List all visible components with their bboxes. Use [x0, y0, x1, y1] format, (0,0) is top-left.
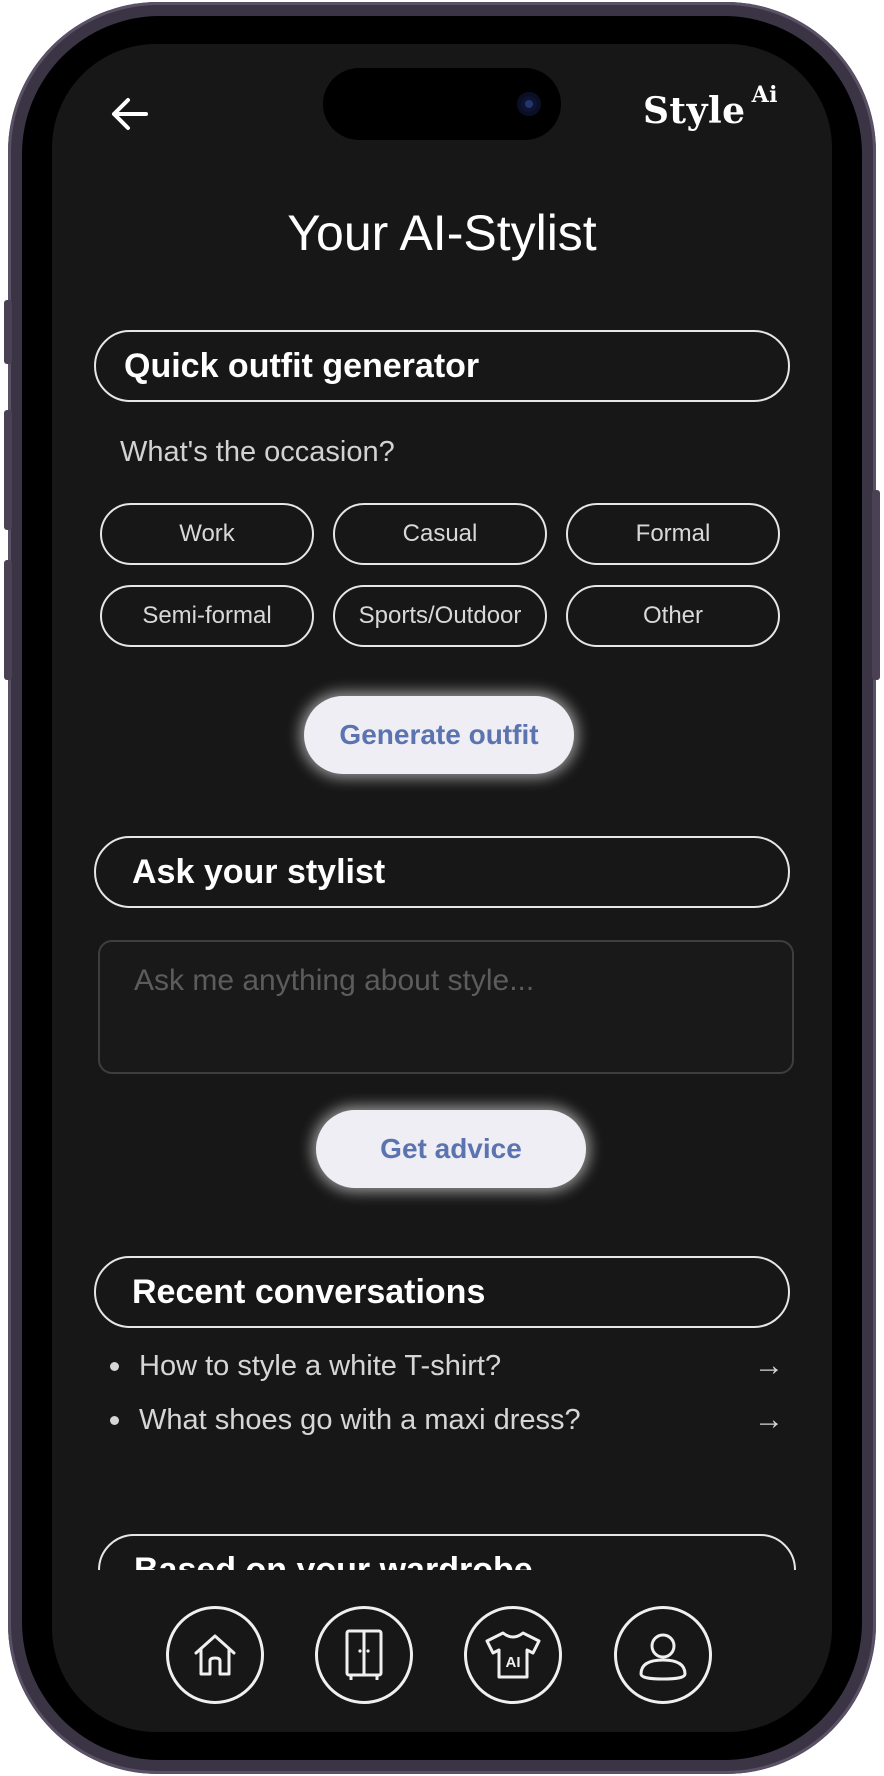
brand-logo-sup: Ai [751, 82, 778, 108]
nav-ai-stylist-button[interactable]: AI [464, 1606, 562, 1704]
back-button[interactable] [100, 84, 160, 144]
bullet-icon [110, 1415, 119, 1425]
arrow-right-icon[interactable]: → [754, 1349, 784, 1383]
side-button-power [872, 490, 880, 680]
wardrobe-heading: Based on your wardrobe [134, 1550, 533, 1571]
arrow-left-icon [112, 98, 148, 130]
ask-stylist-heading: Ask your stylist [132, 852, 386, 891]
recent-conversations-heading: Recent conversations [132, 1272, 486, 1311]
side-button-volume-up [4, 410, 12, 530]
wardrobe-icon [345, 1629, 383, 1680]
arrow-right-icon[interactable]: → [754, 1403, 784, 1437]
ai-tshirt-label: AI [506, 1654, 521, 1671]
get-advice-button[interactable]: Get advice [316, 1110, 586, 1188]
occasion-prompt: What's the occasion? [120, 436, 395, 468]
dynamic-island [323, 68, 561, 140]
occasion-chip-casual[interactable]: Casual [333, 503, 547, 565]
occasion-chip-semi-formal[interactable]: Semi-formal [100, 585, 314, 647]
wardrobe-section-header: Based on your wardrobe [98, 1534, 796, 1570]
home-icon [194, 1634, 236, 1676]
page-title: Your AI-Stylist [287, 205, 597, 261]
conversation-item[interactable]: What shoes go with a maxi dress? → [104, 1398, 784, 1442]
conversation-item[interactable]: How to style a white T-shirt? → [104, 1344, 784, 1388]
occasion-chip-work[interactable]: Work [100, 503, 314, 565]
quick-outfit-heading: Quick outfit generator [124, 346, 480, 385]
side-button-action [4, 300, 12, 364]
profile-icon [639, 1633, 687, 1681]
app-screen: Style Ai Your AI-Stylist Quick outfit gen… [52, 44, 832, 1732]
ask-stylist-section-header: Ask your stylist [94, 836, 790, 908]
camera-icon [517, 92, 541, 116]
generate-outfit-button[interactable]: Generate outfit [304, 696, 574, 774]
occasion-chip-formal[interactable]: Formal [566, 503, 780, 565]
ai-tshirt-icon: AI [485, 1631, 541, 1679]
occasion-chip-sports-outdoor[interactable]: Sports/Outdoor [333, 585, 547, 647]
nav-profile-button[interactable] [614, 1606, 712, 1704]
ask-stylist-input[interactable]: Ask me anything about style... [98, 940, 794, 1074]
nav-home-button[interactable] [166, 1606, 264, 1704]
side-button-volume-down [4, 560, 12, 680]
conversation-text: How to style a white T-shirt? [139, 1349, 502, 1382]
quick-outfit-section-header: Quick outfit generator [94, 330, 790, 402]
recent-conversations-section-header: Recent conversations [94, 1256, 790, 1328]
bullet-icon [110, 1361, 119, 1371]
brand-logo: Style Ai [642, 82, 778, 132]
conversation-text: What shoes go with a maxi dress? [139, 1403, 581, 1436]
scroll-content[interactable]: Style Ai Your AI-Stylist Quick outfit gen… [52, 44, 832, 1570]
nav-wardrobe-button[interactable] [315, 1606, 413, 1704]
brand-logo-main: Style [642, 90, 746, 132]
occasion-chip-other[interactable]: Other [566, 585, 780, 647]
